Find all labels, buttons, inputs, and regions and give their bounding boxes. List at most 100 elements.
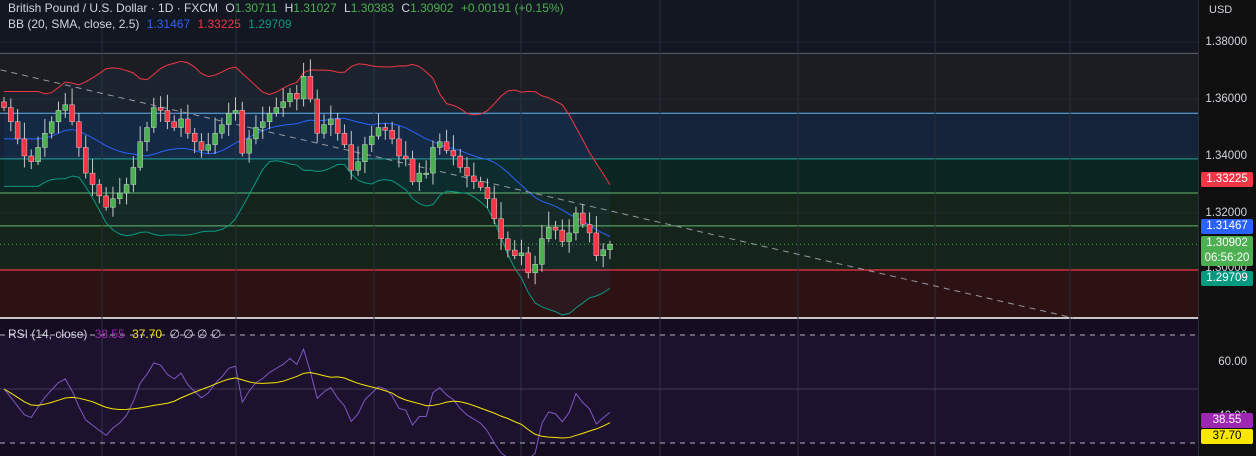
bb-lower-badge: 1.29709 (1201, 271, 1253, 286)
price-axis[interactable]: USD 1.38000 1.36000 1.34000 1.32000 1.30… (1198, 0, 1256, 456)
candle-body (375, 127, 382, 137)
open-value: 1.30711 (234, 1, 278, 15)
candle-body (144, 127, 150, 142)
candle-body (484, 187, 491, 199)
candle-body (55, 110, 62, 123)
candle-body (443, 141, 450, 151)
candle-body (328, 118, 334, 125)
candle-body (253, 127, 259, 140)
candle-body (362, 144, 368, 162)
candle-body (14, 121, 21, 140)
candle-body (396, 138, 402, 157)
candle-body (117, 192, 123, 199)
bb-upper-value: 1.33225 (197, 17, 241, 31)
candle-body (48, 121, 55, 134)
bb-label: BB (20, SMA, close, 2.5) (8, 17, 140, 31)
candle-body (403, 155, 409, 160)
symbol-legend: British Pound / U.S. Dollar · 1D · FXCM … (8, 1, 568, 15)
candle-body (185, 118, 191, 134)
candle-body (416, 172, 423, 182)
candle-body (89, 172, 96, 185)
candle-body (593, 232, 600, 256)
candle-body (430, 147, 436, 174)
price-tick: 1.32000 (1205, 207, 1247, 219)
candle-body (525, 252, 531, 274)
candle-body (505, 238, 511, 251)
candle-body (341, 132, 348, 145)
candle-body (491, 198, 497, 219)
candle-body (573, 212, 579, 234)
candle-body (219, 124, 225, 134)
candle-body (178, 118, 184, 128)
candle-body (171, 121, 177, 128)
candle-body (586, 224, 593, 234)
candle-body (246, 138, 252, 154)
candle-body (110, 198, 116, 208)
close-value: 1.30902 (410, 1, 454, 15)
candle-body (21, 138, 28, 157)
candle-body (151, 107, 157, 128)
rsi-label: RSI (14, close) (8, 327, 88, 341)
bb-basis-value: 1.31467 (146, 17, 191, 31)
close-label: C (401, 1, 411, 15)
price-tick: 1.38000 (1205, 36, 1247, 48)
candle-body (423, 172, 429, 175)
high-label: H (284, 1, 294, 15)
candle-body (157, 107, 164, 111)
bb-basis-badge: 1.31467 (1201, 219, 1253, 234)
rsi-ma-badge: 37.70 (1201, 429, 1253, 444)
candle-body (273, 107, 280, 114)
rsi-value: 38.55 (94, 327, 125, 341)
currency-label[interactable]: USD (1209, 4, 1232, 16)
candle-body (103, 195, 109, 208)
change-value: +0.00191 (+0.15%) (460, 1, 564, 15)
candle-body (123, 184, 130, 194)
candle-body (212, 132, 218, 145)
candle-body (552, 227, 559, 231)
candle-body (35, 147, 41, 162)
candle-body (498, 218, 504, 239)
rsi-band (0, 335, 1198, 443)
chart-canvas[interactable] (0, 0, 1198, 456)
candle-body (314, 98, 320, 134)
candle-body (287, 93, 293, 103)
rsi-ma-value: 37.70 (132, 327, 163, 341)
high-value: 1.31027 (293, 1, 337, 15)
candle-body (518, 252, 525, 256)
candle-body (205, 144, 211, 151)
candle-body (164, 110, 171, 123)
candle-body (83, 147, 89, 174)
candle-body (348, 144, 354, 171)
symbol-title[interactable]: British Pound / U.S. Dollar · 1D · FXCM (8, 1, 218, 15)
candle-body (130, 167, 137, 185)
price-tick: 1.36000 (1205, 93, 1247, 105)
candle-body (450, 150, 457, 157)
candle-body (389, 130, 395, 140)
candle-body (137, 141, 143, 168)
candle-body (300, 75, 307, 100)
candle-body (321, 124, 327, 134)
candle-body (307, 75, 314, 100)
rsi-legend[interactable]: RSI (14, close) 38.55 37.70 ∅ ∅ ∅ ∅ (8, 327, 225, 341)
candle-body (382, 127, 389, 131)
candle-body (566, 232, 572, 242)
candle-body (69, 104, 75, 122)
candle-body (559, 229, 566, 242)
low-label: L (344, 1, 351, 15)
low-value: 1.30383 (350, 1, 395, 15)
bb-legend[interactable]: BB (20, SMA, close, 2.5) 1.31467 1.33225… (8, 17, 296, 31)
open-label: O (225, 1, 235, 15)
candle-body (280, 101, 286, 108)
price-tick: 1.34000 (1205, 150, 1247, 162)
bar-countdown: 06:56:20 (1204, 252, 1250, 264)
candle-body (191, 132, 198, 142)
candle-body (198, 141, 205, 151)
candle-body (96, 184, 103, 197)
candle-body (368, 135, 375, 145)
candle-body (477, 181, 484, 188)
bb-lower-value: 1.29709 (248, 17, 292, 31)
candle-body (8, 107, 14, 123)
candle-body (437, 141, 443, 148)
candle-body (464, 167, 470, 177)
candle-body (532, 264, 538, 274)
